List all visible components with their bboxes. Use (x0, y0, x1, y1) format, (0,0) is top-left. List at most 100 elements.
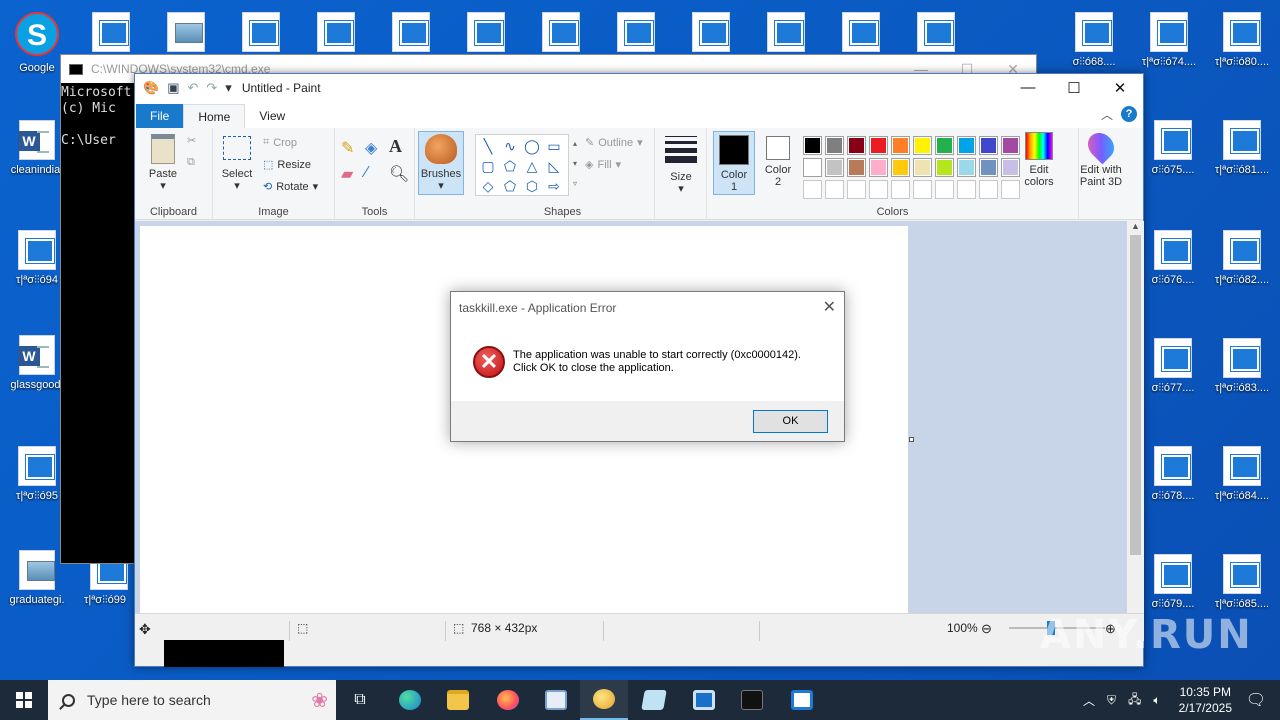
palette-swatch[interactable] (825, 180, 844, 199)
palette-swatch[interactable] (847, 158, 866, 177)
magnifier-icon[interactable]: 🔍︎ (389, 164, 409, 184)
collapse-ribbon-icon[interactable]: ︿ (1101, 106, 1113, 123)
desktop-icon-right-a4[interactable]: σ⫶⫶ó77.... (1140, 330, 1206, 430)
select-button[interactable]: Select ▾ (219, 136, 255, 192)
scroll-up-icon[interactable]: ▲ (1127, 221, 1144, 231)
help-icon[interactable]: ? (1121, 106, 1137, 122)
taskbar-outlook[interactable] (680, 680, 728, 720)
maximize-icon[interactable]: ☐ (1051, 79, 1097, 97)
taskbar-notepad[interactable] (630, 680, 678, 720)
palette-swatch[interactable] (979, 180, 998, 199)
scroll-thumb[interactable] (1130, 235, 1141, 555)
paint-titlebar[interactable]: 🎨 ▣ ↶ ↷ ▾ Untitled - Paint — ☐ ✕ (135, 74, 1143, 102)
palette-swatch[interactable] (957, 158, 976, 177)
color2-button[interactable]: Color 2 (757, 131, 799, 195)
line-shape-icon[interactable]: ╲ (478, 137, 498, 155)
palette-swatch[interactable] (935, 180, 954, 199)
color-picker-icon[interactable]: ⁄ (365, 164, 368, 182)
palette-swatch[interactable] (847, 180, 866, 199)
palette-swatch[interactable] (979, 136, 998, 155)
polygon-shape-icon[interactable]: ⬠ (500, 157, 520, 175)
eraser-icon[interactable]: ▰ (341, 164, 353, 184)
diamond-shape-icon[interactable]: ◇ (478, 177, 498, 195)
pencil-icon[interactable]: ✎ (341, 138, 354, 158)
rounded-rect-shape-icon[interactable]: ▢ (478, 157, 498, 175)
edit-colors-button[interactable]: Edit colors (1019, 132, 1059, 188)
palette-swatch[interactable] (1001, 158, 1020, 177)
color1-button[interactable]: Color 1 (713, 131, 755, 195)
taskbar-file-explorer[interactable] (434, 680, 482, 720)
palette-swatch[interactable] (869, 158, 888, 177)
task-view-button[interactable]: ⧉ (336, 680, 384, 720)
taskbar-edge[interactable] (386, 680, 434, 720)
ok-button[interactable]: OK (753, 410, 828, 433)
resize-button[interactable]: ⬚ Resize (263, 158, 311, 172)
copy-icon[interactable]: ⧉ (187, 156, 195, 169)
rectangle-shape-icon[interactable]: ▭ (544, 137, 564, 155)
palette-swatch[interactable] (825, 158, 844, 177)
edit-with-paint3d-button[interactable]: Edit with Paint 3D (1073, 127, 1129, 188)
palette-swatch[interactable] (913, 136, 932, 155)
palette-swatch[interactable] (935, 158, 954, 177)
cut-icon[interactable]: ✂ (187, 134, 196, 147)
outline-button[interactable]: ✎ Outline ▾ (585, 136, 643, 150)
dialog-titlebar[interactable]: taskkill.exe - Application Error ✕ (451, 292, 844, 322)
zoom-out-icon[interactable]: ⊖ (981, 621, 992, 637)
palette-swatch[interactable] (1001, 136, 1020, 155)
curve-shape-icon[interactable]: ∿ (500, 137, 520, 155)
desktop-icon-right-c1[interactable]: τ|ªσ⫶⫶ó80.... (1204, 4, 1280, 104)
hexagon-shape-icon[interactable]: ⬡ (522, 177, 542, 195)
resize-handle[interactable] (909, 437, 914, 442)
text-icon[interactable]: A (389, 136, 402, 157)
shapes-gallery[interactable]: ╲ ∿ ◯ ▭ ▢ ⬠ △ ◺ ◇ ⬠ ⬡ ⇨ (475, 134, 569, 196)
palette-swatch[interactable] (913, 158, 932, 177)
desktop-icon-right-a5[interactable]: σ⫶⫶ó78.... (1140, 438, 1206, 538)
customize-qat-icon[interactable]: ▾ (225, 80, 232, 96)
minimize-icon[interactable]: — (1005, 79, 1051, 97)
right-triangle-shape-icon[interactable]: ◺ (544, 157, 564, 175)
palette-swatch[interactable] (803, 180, 822, 199)
taskbar-firefox[interactable] (484, 680, 532, 720)
tab-view[interactable]: View (245, 104, 299, 128)
vertical-scrollbar[interactable]: ▲ (1127, 221, 1144, 613)
taskbar-word-document[interactable] (778, 680, 826, 720)
application-error-dialog[interactable]: taskkill.exe - Application Error ✕ ✕ The… (450, 291, 845, 442)
close-icon[interactable]: ✕ (1097, 79, 1143, 97)
desktop-icon-right-b5[interactable]: τ|ªσ⫶⫶ó84.... (1204, 438, 1280, 538)
desktop-icon-right-a2[interactable]: σ⫶⫶ó75.... (1140, 112, 1206, 212)
palette-swatch[interactable] (869, 136, 888, 155)
palette-swatch[interactable] (891, 180, 910, 199)
palette-swatch[interactable] (913, 180, 932, 199)
tab-file[interactable]: File (136, 104, 184, 128)
crop-button[interactable]: ⌗ Crop (263, 136, 297, 149)
desktop-icon-right-a3[interactable]: σ⫶⫶ó76.... (1140, 222, 1206, 322)
chevron-up-icon[interactable]: ︿ (1083, 692, 1095, 709)
size-button[interactable]: Size ▾ (661, 136, 701, 195)
palette-swatch[interactable] (979, 158, 998, 177)
rotate-button[interactable]: ⟲ Rotate ▾ (263, 180, 318, 194)
palette-swatch[interactable] (1001, 180, 1020, 199)
taskbar-search-box[interactable]: Type here to search ❀ (48, 680, 336, 720)
fill-button[interactable]: ◈ Fill ▾ (585, 158, 621, 172)
paste-button[interactable]: Paste ▾ (145, 134, 181, 192)
palette-swatch[interactable] (825, 136, 844, 155)
volume-icon[interactable]: 🔈︎ (1153, 693, 1160, 708)
palette-swatch[interactable] (847, 136, 866, 155)
palette-swatch[interactable] (803, 158, 822, 177)
network-icon[interactable]: 🖧︎ (1128, 690, 1141, 711)
clock[interactable]: 10:35 PM 2/17/2025 (1179, 684, 1232, 716)
undo-icon[interactable]: ↶ (187, 80, 198, 96)
redo-icon[interactable]: ↷ (206, 80, 217, 96)
palette-swatch[interactable] (891, 136, 910, 155)
shapes-scroll[interactable]: ▴ ▾ ▿ (569, 134, 581, 196)
palette-swatch[interactable] (957, 180, 976, 199)
triangle-shape-icon[interactable]: △ (522, 157, 542, 175)
pentagon-shape-icon[interactable]: ⬠ (500, 177, 520, 195)
brushes-button[interactable]: Brushes ▾ (418, 131, 464, 195)
fill-bucket-icon[interactable]: ◈ (365, 138, 377, 158)
taskbar-image-viewer[interactable] (532, 680, 580, 720)
arrow-shape-icon[interactable]: ⇨ (544, 177, 564, 195)
desktop-icon-right-b4[interactable]: τ|ªσ⫶⫶ó83.... (1204, 330, 1280, 430)
action-center-button[interactable]: 🗨︎ (1232, 680, 1280, 720)
desktop-icon-right-b2[interactable]: τ|ªσ⫶⫶ó81.... (1204, 112, 1280, 212)
